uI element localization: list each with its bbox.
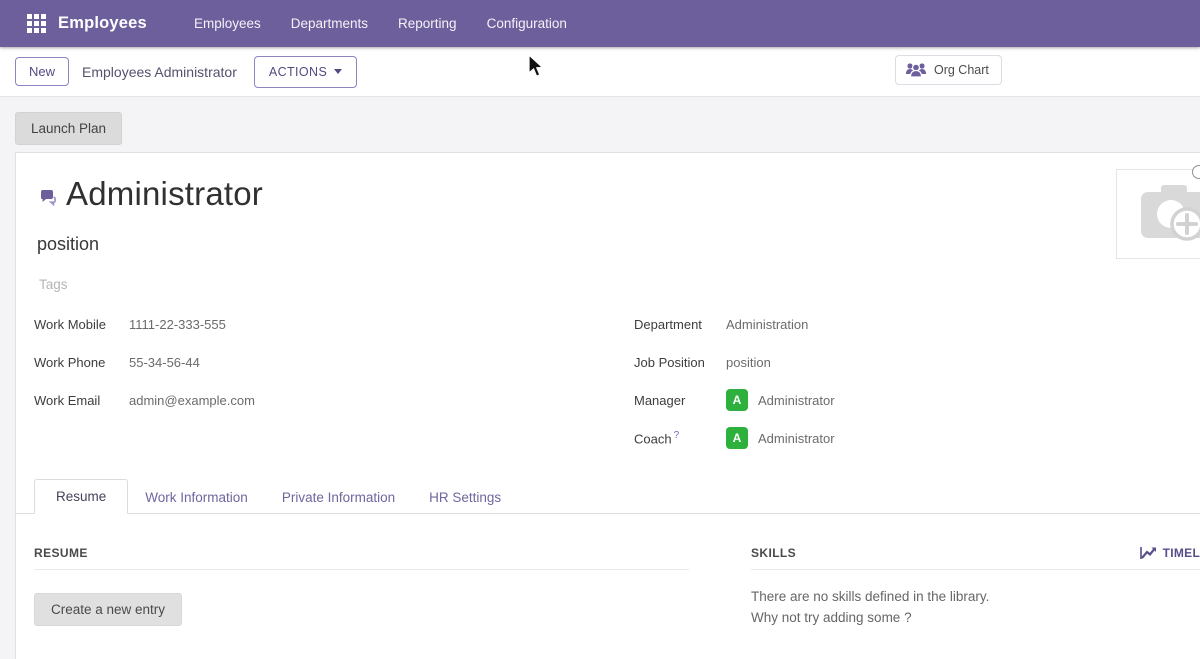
manager-name: Administrator <box>758 393 835 408</box>
field-label-work-email: Work Email <box>34 393 129 408</box>
timeline-link-label: TIMELINE <box>1163 546 1200 560</box>
tab-private-information[interactable]: Private Information <box>265 481 412 514</box>
field-label-job-position: Job Position <box>634 355 726 370</box>
notebook-tabbar: Resume Work Information Private Informat… <box>16 478 1200 514</box>
field-value-manager[interactable]: A Administrator <box>726 389 835 411</box>
field-value-job-position[interactable]: position <box>726 355 771 370</box>
chatter-message-icon[interactable] <box>40 190 61 208</box>
field-work-mobile: Work Mobile 1111-22-333-555 <box>34 305 614 343</box>
field-value-coach[interactable]: A Administrator <box>726 427 835 449</box>
employee-form-card: Administrator position Tags Work Mobile … <box>15 152 1200 659</box>
field-label-coach: Coach? <box>634 430 726 446</box>
manager-avatar: A <box>726 389 748 411</box>
field-department: Department Administration <box>634 305 1194 343</box>
org-chart-button[interactable]: Org Chart <box>895 55 1002 85</box>
field-work-email: Work Email admin@example.com <box>34 381 614 419</box>
skills-section: SKILLS TIMELINE There are no skills defi… <box>751 546 1200 628</box>
photo-edit-button[interactable] <box>1192 165 1200 179</box>
skills-heading: SKILLS <box>751 546 796 560</box>
camera-add-icon <box>1137 183 1200 245</box>
new-button[interactable]: New <box>15 57 69 86</box>
employee-photo-placeholder[interactable] <box>1116 169 1200 259</box>
resume-section: RESUME Create a new entry <box>34 546 689 626</box>
menu-departments[interactable]: Departments <box>276 0 383 47</box>
breadcrumb[interactable]: Employees Administrator <box>82 64 237 80</box>
create-new-entry-button[interactable]: Create a new entry <box>34 593 182 626</box>
chevron-down-icon <box>334 69 342 74</box>
app-brand[interactable]: Employees <box>58 14 147 33</box>
tab-resume[interactable]: Resume <box>34 479 128 514</box>
coach-help-icon[interactable]: ? <box>674 430 680 441</box>
tab-hr-settings[interactable]: HR Settings <box>412 481 518 514</box>
resume-heading: RESUME <box>34 546 88 560</box>
field-value-work-email[interactable]: admin@example.com <box>129 393 255 408</box>
tags-input[interactable]: Tags <box>39 277 68 292</box>
menu-configuration[interactable]: Configuration <box>472 0 582 47</box>
field-label-manager: Manager <box>634 393 726 408</box>
field-work-phone: Work Phone 55-34-56-44 <box>34 343 614 381</box>
field-label-work-phone: Work Phone <box>34 355 129 370</box>
coach-name: Administrator <box>758 431 835 446</box>
org-chart-people-icon <box>905 61 927 79</box>
skills-empty-line1: There are no skills defined in the libra… <box>751 586 1200 607</box>
action-strip: Launch Plan <box>0 97 1200 152</box>
menu-reporting[interactable]: Reporting <box>383 0 472 47</box>
coach-avatar: A <box>726 427 748 449</box>
skills-empty-line2: Why not try adding some ? <box>751 607 1200 628</box>
menu-employees[interactable]: Employees <box>179 0 276 47</box>
main-menu: Employees Departments Reporting Configur… <box>179 0 582 47</box>
field-manager: Manager A Administrator <box>634 381 1194 419</box>
actions-button-label: ACTIONS <box>269 65 327 79</box>
field-label-department: Department <box>634 317 726 332</box>
job-position-subtitle[interactable]: position <box>37 234 99 255</box>
org-chart-button-label: Org Chart <box>934 63 989 77</box>
field-value-work-phone[interactable]: 55-34-56-44 <box>129 355 200 370</box>
employee-name-title[interactable]: Administrator <box>66 175 263 213</box>
timeline-link[interactable]: TIMELINE <box>1140 546 1200 560</box>
field-job-position: Job Position position <box>634 343 1194 381</box>
skills-section-header: SKILLS TIMELINE <box>751 546 1200 570</box>
skills-empty-message: There are no skills defined in the libra… <box>751 586 1200 628</box>
field-label-work-mobile: Work Mobile <box>34 317 129 332</box>
resume-section-header: RESUME <box>34 546 689 570</box>
left-fields-column: Work Mobile 1111-22-333-555 Work Phone 5… <box>34 305 614 419</box>
tab-work-information[interactable]: Work Information <box>128 481 265 514</box>
apps-grid-icon[interactable] <box>27 14 46 33</box>
actions-button[interactable]: ACTIONS <box>254 56 357 88</box>
right-fields-column: Department Administration Job Position p… <box>634 305 1194 457</box>
control-panel: New Employees Administrator ACTIONS Org … <box>0 47 1200 97</box>
top-navbar: Employees Employees Departments Reportin… <box>0 0 1200 47</box>
launch-plan-button[interactable]: Launch Plan <box>15 112 122 145</box>
field-coach: Coach? A Administrator <box>634 419 1194 457</box>
timeline-chart-icon <box>1140 546 1157 560</box>
field-value-department[interactable]: Administration <box>726 317 808 332</box>
field-value-work-mobile[interactable]: 1111-22-333-555 <box>129 317 226 332</box>
